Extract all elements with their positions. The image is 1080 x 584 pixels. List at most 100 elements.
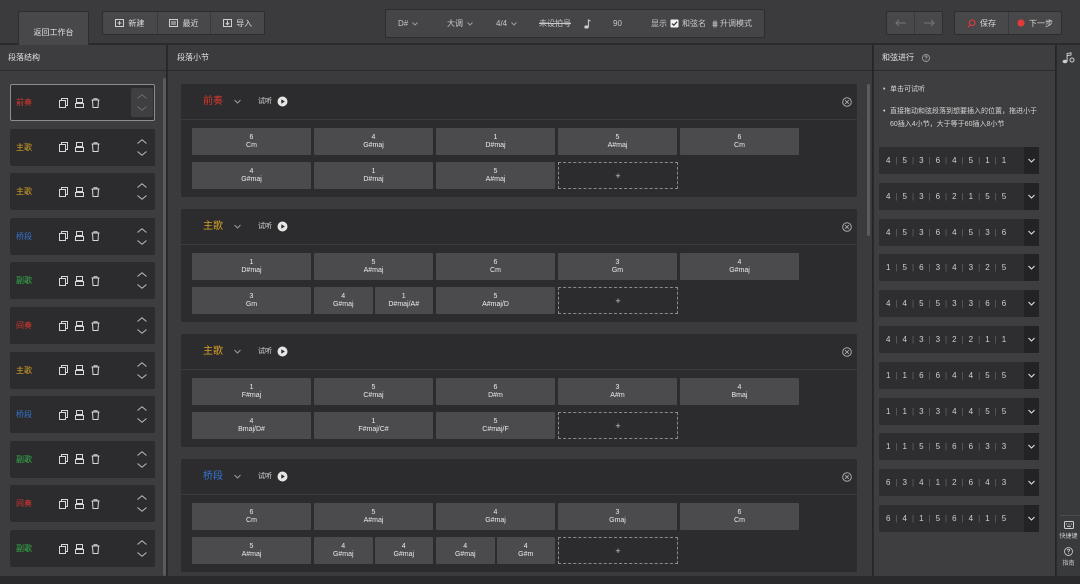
chord-block[interactable]: 5 A#maj <box>314 503 433 530</box>
section-title[interactable]: 主歌 <box>203 209 223 245</box>
chord-block[interactable]: 5 A#maj <box>558 128 677 155</box>
chevron-up-icon[interactable] <box>137 138 147 144</box>
chevron-down-icon[interactable] <box>137 239 147 245</box>
chord-block[interactable]: 4 G#maj <box>314 537 373 564</box>
chord-block[interactable]: 6 Cm <box>680 128 799 155</box>
new-button[interactable]: 新建 <box>103 12 157 34</box>
chevron-down-icon[interactable] <box>137 507 147 513</box>
undo-button[interactable] <box>887 12 914 34</box>
trash-icon[interactable] <box>91 365 100 376</box>
progression-item[interactable]: 1 | 1 | 3 | 3 | 4 | 4 | 5 | 5 <box>879 397 1039 425</box>
close-icon[interactable] <box>842 472 852 482</box>
grid-icon[interactable] <box>75 365 84 376</box>
chord-block[interactable]: 4 Bmaj <box>680 378 799 405</box>
trash-icon[interactable] <box>91 97 100 108</box>
chord-block[interactable]: 5 C#maj/F <box>436 412 555 439</box>
progression-item[interactable]: 4 | 5 | 3 | 6 | 4 | 5 | 3 | 6 <box>879 218 1039 246</box>
trash-icon[interactable] <box>91 231 100 242</box>
close-icon[interactable] <box>842 222 852 232</box>
time-signature-select[interactable]: 4/4 <box>496 10 517 37</box>
save-button[interactable]: 保存 <box>955 12 1008 34</box>
progression-dropdown[interactable] <box>1024 254 1039 282</box>
progression-item[interactable]: 4 | 5 | 3 | 6 | 2 | 1 | 5 | 5 <box>879 182 1039 210</box>
listen-button[interactable]: 试听 <box>258 334 272 370</box>
progression-item[interactable]: 6 | 3 | 4 | 1 | 2 | 6 | 4 | 3 <box>879 469 1039 497</box>
chord-block[interactable]: 1 F#maj/C# <box>314 412 433 439</box>
chord-block[interactable]: 4 Bmaj/D# <box>192 412 311 439</box>
section-card[interactable]: 桥段 <box>10 217 155 255</box>
grid-icon[interactable] <box>75 231 84 242</box>
music-settings-icon[interactable] <box>1062 52 1075 64</box>
grid-icon[interactable] <box>75 543 84 554</box>
section-card[interactable]: 主歌 <box>10 173 155 211</box>
trash-icon[interactable] <box>91 142 100 153</box>
chevron-up-icon[interactable] <box>137 317 147 322</box>
chord-block[interactable]: 1 D#maj <box>436 128 555 155</box>
progression-dropdown[interactable] <box>1024 505 1039 532</box>
listen-button[interactable]: 试听 <box>258 84 272 120</box>
chevron-down-icon[interactable] <box>137 284 147 290</box>
progression-dropdown[interactable] <box>1024 326 1039 353</box>
progression-item[interactable]: 1 | 5 | 6 | 3 | 4 | 3 | 2 | 5 <box>879 254 1039 282</box>
chevron-down-icon[interactable] <box>234 474 241 479</box>
chevron-up-icon[interactable] <box>137 227 147 233</box>
section-card[interactable]: 前奏 <box>10 84 155 121</box>
section-title[interactable]: 桥段 <box>203 459 223 495</box>
trash-icon[interactable] <box>91 186 100 197</box>
bars-scrollbar[interactable] <box>867 84 870 236</box>
copy-icon[interactable] <box>59 231 68 242</box>
close-icon[interactable] <box>842 97 852 107</box>
grid-icon[interactable] <box>75 454 84 465</box>
add-bar-button[interactable]: + <box>558 162 678 189</box>
add-bar-button[interactable]: + <box>558 537 678 564</box>
chord-block[interactable]: 6 D#m <box>436 378 555 405</box>
chevron-up-icon[interactable] <box>137 361 147 367</box>
copy-icon[interactable] <box>59 409 68 420</box>
chord-block[interactable]: 4 G#maj <box>192 162 311 189</box>
chord-block[interactable]: 6 Cm <box>192 128 311 155</box>
chord-block[interactable]: 1 F#maj <box>192 378 311 405</box>
chevron-down-icon[interactable] <box>234 99 241 104</box>
chevron-up-icon[interactable] <box>137 540 147 545</box>
play-icon[interactable] <box>277 96 288 107</box>
section-title[interactable]: 前奏 <box>203 84 223 120</box>
chord-block[interactable]: 1 D#maj <box>314 162 433 189</box>
key-select[interactable]: D# <box>398 10 419 37</box>
grid-icon[interactable] <box>75 275 84 286</box>
progression-item[interactable]: 4 | 4 | 5 | 5 | 3 | 3 | 6 | 6 <box>879 290 1039 318</box>
copy-icon[interactable] <box>59 275 68 286</box>
section-card[interactable]: 桥段 <box>10 396 155 434</box>
chord-block[interactable]: 5 C#maj <box>314 378 433 405</box>
shortcuts-button[interactable]: 快捷键 <box>1057 521 1080 540</box>
trash-icon[interactable] <box>91 499 100 509</box>
grid-icon[interactable] <box>75 186 84 197</box>
section-card[interactable]: 间奏 <box>10 307 155 344</box>
grid-icon[interactable] <box>75 498 84 509</box>
sharp-mode-toggle[interactable]: 升调模式 <box>712 10 752 37</box>
listen-button[interactable]: 试听 <box>258 209 272 245</box>
trash-icon[interactable] <box>91 320 100 331</box>
progression-dropdown[interactable] <box>1024 147 1039 174</box>
chevron-up-icon[interactable] <box>137 183 147 189</box>
trash-icon[interactable] <box>91 454 100 465</box>
chevron-down-icon[interactable] <box>234 349 241 354</box>
progression-dropdown[interactable] <box>1024 182 1039 210</box>
chord-block[interactable]: 5 A#maj/D <box>436 287 555 314</box>
chord-block[interactable]: 4 G#maj <box>374 537 433 564</box>
section-card[interactable]: 副歌 <box>10 440 155 478</box>
trash-icon[interactable] <box>91 409 100 420</box>
progression-dropdown[interactable] <box>1024 433 1039 461</box>
copy-icon[interactable] <box>59 365 68 376</box>
chevron-up-icon[interactable] <box>137 495 147 501</box>
chevron-up-icon[interactable] <box>137 94 147 99</box>
progression-dropdown[interactable] <box>1024 290 1039 318</box>
close-icon[interactable] <box>842 347 852 357</box>
listen-button[interactable]: 试听 <box>258 459 272 495</box>
mode-select[interactable]: 大调 <box>447 10 473 37</box>
chevron-down-icon[interactable] <box>137 195 147 201</box>
chord-block[interactable]: 3 Gmaj <box>558 503 677 530</box>
chevron-down-icon[interactable] <box>137 150 147 156</box>
progression-item[interactable]: 4 | 5 | 3 | 6 | 4 | 5 | 1 | 1 <box>879 147 1039 174</box>
chevron-down-icon[interactable] <box>137 552 147 557</box>
chord-name-checkbox[interactable] <box>670 10 679 37</box>
